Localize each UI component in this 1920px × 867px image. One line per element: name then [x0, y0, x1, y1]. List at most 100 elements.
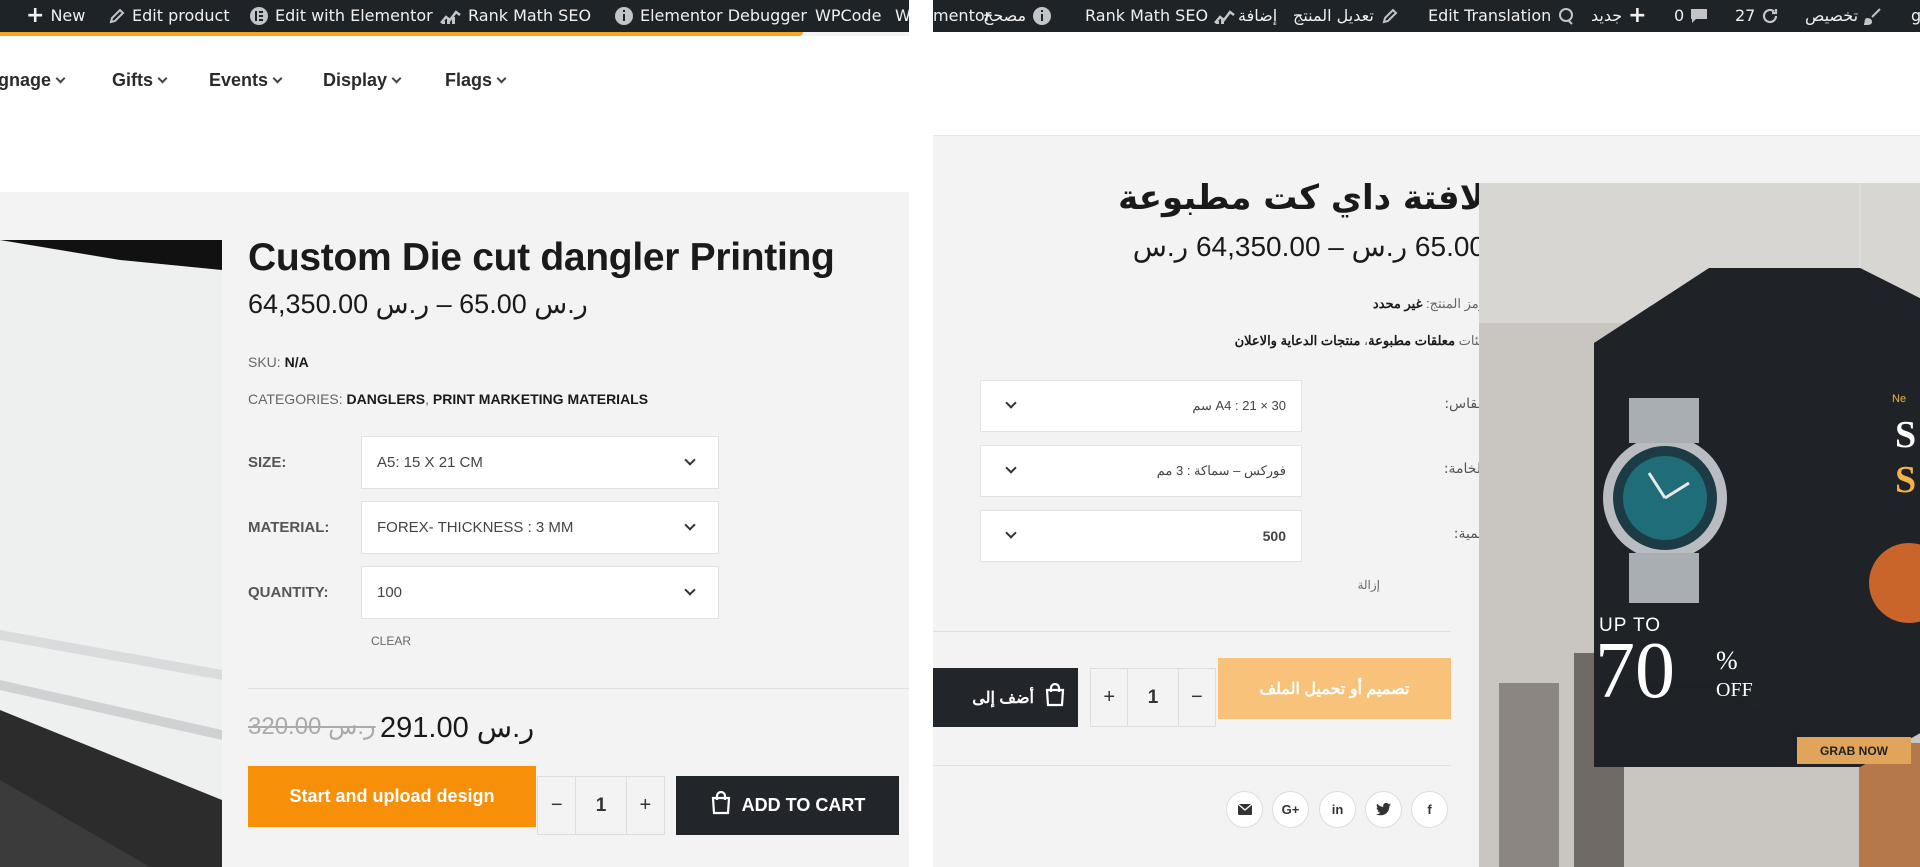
main-navigation — [0, 36, 909, 192]
clear-variations-link[interactable]: CLEAR — [371, 634, 411, 648]
admin-edit-translation-button[interactable]: Edit Translation — [1428, 0, 1575, 32]
material-select[interactable]: FOREX- THICKNESS : 3 MM — [361, 501, 719, 554]
quantity-select[interactable]: 100 — [361, 566, 719, 619]
right-pane-arabic: mentor مصحح Rank Math SEO إضافة تعديل ال… — [933, 0, 1920, 867]
categories-label: CATEGORIES: — [248, 391, 343, 407]
nav-item-signage[interactable]: gnage — [0, 70, 66, 91]
admin-customize-button[interactable]: تخصيص — [1805, 0, 1882, 32]
size-label: SIZE: — [248, 454, 287, 471]
admin-rank-math-button[interactable]: Rank Math SEO — [440, 0, 591, 32]
chevron-down-icon — [55, 73, 66, 84]
category-separator: , — [425, 391, 429, 407]
design-upload-label: تصميم أو تحميل الملف — [1259, 680, 1410, 698]
admin-add-button[interactable]: إضافة — [1238, 0, 1277, 32]
wp-admin-bar: + New Edit product Edit with Elementor R… — [0, 0, 909, 32]
email-share-icon[interactable] — [1226, 791, 1263, 828]
material-select-value: فوركس – سماكة : 3 مم — [1156, 463, 1286, 478]
panel-gap — [909, 0, 933, 867]
start-upload-design-label: Start and upload design — [289, 786, 495, 806]
qty-increment-button[interactable]: + — [1091, 669, 1127, 726]
admin-elementor-debugger-button[interactable]: Elementor Debugger — [614, 0, 807, 32]
qty-input[interactable]: 1 — [1127, 669, 1179, 726]
product-categories: CATEGORIES: DANGLERS, PRINT MARKETING MA… — [248, 391, 648, 407]
comment-icon — [1690, 8, 1708, 24]
divider — [248, 688, 909, 689]
nav-item-label: Display — [323, 70, 388, 90]
clear-variations-link[interactable]: إزالة — [1357, 578, 1380, 592]
admin-edit-product-label: تعديل المنتج — [1293, 6, 1374, 25]
refresh-icon — [1761, 7, 1779, 25]
category-link[interactable]: DANGLERS — [347, 391, 426, 407]
product-categories: فئات معلقات مطبوعة، منتجات الدعاية والاع… — [1234, 333, 1485, 348]
nav-item-events[interactable]: Events — [209, 70, 283, 91]
admin-rank-math-button[interactable]: Rank Math SEO — [1085, 0, 1236, 32]
product-price-range: ر.س 65.00 – ر.س 64,350.00 — [248, 289, 588, 319]
admin-edit-elementor-button[interactable]: Edit with Elementor — [249, 0, 433, 32]
product-title: لافتة داي كت مطبوعة — [1118, 178, 1485, 218]
quantity-select-value: 500 — [1262, 528, 1286, 544]
add-to-cart-label: أضف إلى — [972, 689, 1034, 707]
category-link[interactable]: معلقات مطبوعة — [1368, 333, 1455, 348]
product-title: Custom Die cut dangler Printing — [248, 236, 835, 279]
admin-edit-translation-label: Edit Translation — [1428, 6, 1552, 25]
category-link[interactable]: منتجات الدعاية والاعلان — [1235, 333, 1361, 348]
facebook-share-icon[interactable]: f — [1411, 791, 1448, 828]
admin-elementor-debugger-label: Elementor Debugger — [640, 6, 807, 25]
twitter-share-icon[interactable] — [1365, 791, 1402, 828]
admin-new-button[interactable]: + New — [26, 0, 85, 32]
admin-wpcode-button[interactable]: WPCode — [815, 0, 881, 32]
pencil-icon — [1381, 0, 1399, 32]
admin-comments-button[interactable]: 0 — [1674, 0, 1708, 32]
info-icon — [1032, 6, 1052, 26]
linkedin-share-icon[interactable]: in — [1319, 791, 1356, 828]
admin-customize-label: تخصيص — [1805, 6, 1859, 25]
quantity-label: QUANTITY: — [248, 584, 329, 601]
qty-decrement-button[interactable]: − — [1179, 669, 1215, 726]
qty-input[interactable]: 1 — [575, 777, 627, 834]
shopping-bag-icon — [1044, 682, 1066, 712]
qty-increment-button[interactable]: + — [627, 777, 664, 834]
admin-new-button[interactable]: جديد + — [1591, 0, 1647, 32]
chevron-down-icon — [496, 73, 507, 84]
admin-overflow-label: W — [895, 6, 909, 25]
brush-icon — [1864, 7, 1882, 25]
admin-debugger-button[interactable]: مصحح — [983, 0, 1052, 32]
nav-item-label: Gifts — [112, 70, 154, 90]
divider — [933, 631, 1451, 632]
admin-edit-product-label: Edit product — [132, 6, 230, 25]
product-image[interactable] — [0, 240, 222, 867]
design-upload-button[interactable]: تصميم أو تحميل الملف — [1218, 658, 1451, 719]
nav-item-label: Events — [209, 70, 269, 90]
material-select[interactable]: فوركس – سماكة : 3 مم — [980, 445, 1302, 497]
sale-price: ر.س 291.00 — [380, 712, 535, 744]
size-select[interactable]: A5: 15 X 21 CM — [361, 436, 719, 489]
size-select[interactable]: 30 × 21 : A4 سم — [980, 380, 1302, 432]
plus-icon: + — [26, 3, 45, 28]
banner-percent-sign: % — [1716, 646, 1738, 675]
admin-clipped-item[interactable]: g — [1911, 0, 1920, 32]
nav-item-label: Flags — [445, 70, 493, 90]
admin-edit-product-button[interactable]: تعديل المنتج — [1293, 0, 1374, 32]
admin-edit-product-button[interactable]: Edit product — [108, 0, 230, 32]
admin-updates-button[interactable]: 27 — [1735, 0, 1779, 32]
add-to-cart-button[interactable]: ADD TO CART — [676, 776, 899, 835]
nav-item-display[interactable]: Display — [323, 70, 402, 91]
google-plus-share-icon[interactable]: G+ — [1272, 791, 1309, 828]
quantity-select[interactable]: 500 — [980, 510, 1302, 562]
chevron-down-icon — [1005, 462, 1017, 474]
nav-item-gifts[interactable]: Gifts — [112, 70, 168, 91]
category-link[interactable]: PRINT MARKETING MATERIALS — [433, 391, 648, 407]
chevron-down-icon — [391, 73, 402, 84]
left-pane-english: + New Edit product Edit with Elementor R… — [0, 0, 909, 867]
add-to-cart-button[interactable]: أضف إلى — [933, 668, 1078, 727]
start-upload-design-button[interactable]: Start and upload design — [248, 766, 536, 827]
banner-grab-now-button[interactable]: GRAB NOW — [1797, 737, 1911, 764]
promo-banner-image[interactable]: Ne S S UP TO 70 % OFF GRAB NOW — [1479, 183, 1920, 867]
admin-debugger-label: مصحح — [983, 6, 1027, 25]
nav-item-flags[interactable]: Flags — [445, 70, 507, 91]
chevron-down-icon — [157, 73, 168, 84]
add-to-cart-label: ADD TO CART — [741, 795, 866, 815]
qty-decrement-button[interactable]: − — [538, 777, 575, 834]
product-sku: SKU: N/A — [248, 354, 309, 370]
admin-overflow-item[interactable]: W — [895, 0, 909, 32]
